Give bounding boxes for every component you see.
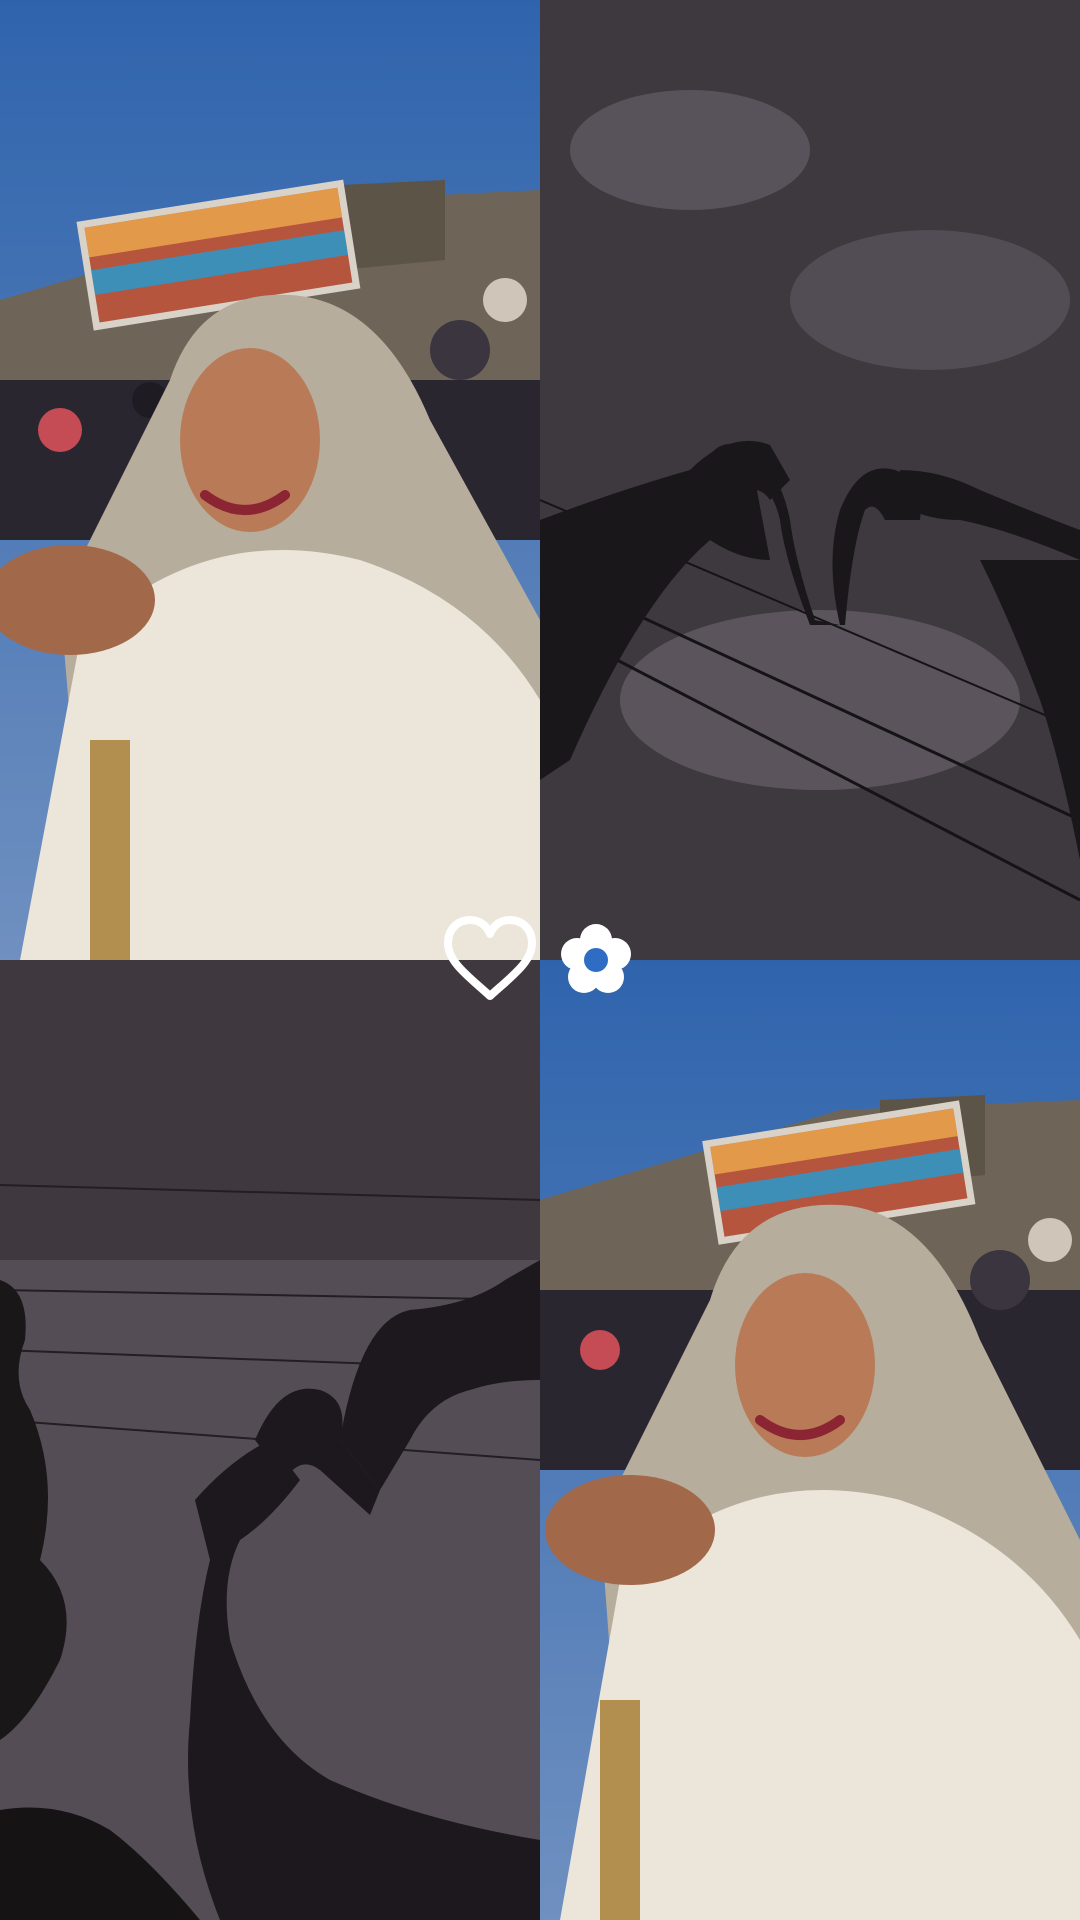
decoration-icons — [440, 910, 650, 1010]
flower-icon — [561, 924, 631, 993]
photo-woman-top-left — [0, 0, 540, 960]
photo-collage — [0, 0, 1080, 1920]
heart-outline-icon — [444, 916, 536, 1000]
photo-heart-hands-top-right — [540, 0, 1080, 960]
photo-woman-bottom-right — [540, 960, 1080, 1920]
photo-heart-hands-bottom-left — [0, 960, 540, 1920]
